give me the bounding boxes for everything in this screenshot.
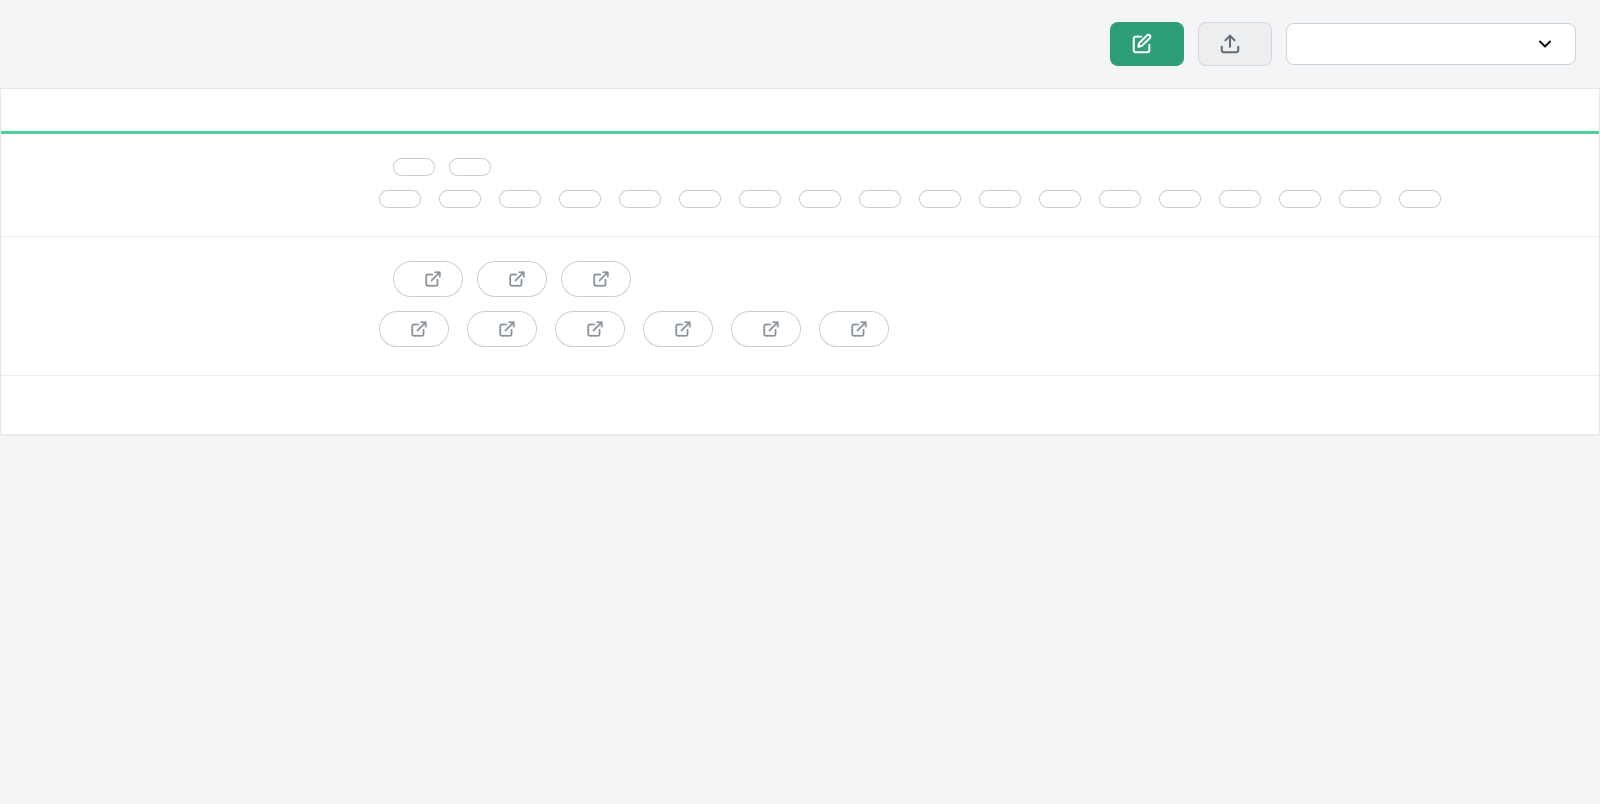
chevron-down-icon xyxy=(1535,34,1555,54)
semantic-word-pill[interactable] xyxy=(799,190,841,208)
semantic-word-pill[interactable] xyxy=(1219,190,1261,208)
backlinks-label xyxy=(19,261,359,347)
semantic-words-content xyxy=(379,158,1581,208)
backlink-domain-pill[interactable] xyxy=(477,261,547,297)
backlink-domain-pill[interactable] xyxy=(643,311,713,347)
external-link-icon xyxy=(592,270,610,288)
external-link-icon xyxy=(498,320,516,338)
external-link-icon xyxy=(674,320,692,338)
order-content-button[interactable] xyxy=(1110,22,1184,66)
readability-content xyxy=(379,400,1581,406)
semantic-word-pill[interactable] xyxy=(919,190,961,208)
backlink-domain-pill[interactable] xyxy=(379,311,449,347)
card-header xyxy=(1,89,1599,134)
external-link-icon xyxy=(508,270,526,288)
semantic-word-pill[interactable] xyxy=(1279,190,1321,208)
external-link-icon xyxy=(410,320,428,338)
semantic-word-pill[interactable] xyxy=(679,190,721,208)
semantic-word-pill[interactable] xyxy=(439,190,481,208)
backlink-domain-pill[interactable] xyxy=(393,261,463,297)
semantic-word-pill[interactable] xyxy=(379,190,421,208)
readability-label xyxy=(19,400,359,406)
semantic-word-pill[interactable] xyxy=(1339,190,1381,208)
semantic-word-pill[interactable] xyxy=(1099,190,1141,208)
semantic-word-pill[interactable] xyxy=(739,190,781,208)
region-select[interactable] xyxy=(1286,23,1576,65)
recommendations-card xyxy=(0,88,1600,436)
semantic-word-pill[interactable] xyxy=(393,158,435,176)
semantic-word-pill[interactable] xyxy=(619,190,661,208)
semantic-word-pill[interactable] xyxy=(859,190,901,208)
semantic-words-label xyxy=(19,158,359,208)
backlink-domain-pill[interactable] xyxy=(819,311,889,347)
section-backlinks xyxy=(1,237,1599,376)
backlink-domain-pill[interactable] xyxy=(555,311,625,347)
semantic-word-pill[interactable] xyxy=(1159,190,1201,208)
semantic-word-pill[interactable] xyxy=(979,190,1021,208)
edit-icon xyxy=(1131,33,1153,55)
external-link-icon xyxy=(850,320,868,338)
external-link-icon xyxy=(424,270,442,288)
upload-icon xyxy=(1219,33,1241,55)
semantic-word-pill[interactable] xyxy=(1039,190,1081,208)
external-link-icon xyxy=(586,320,604,338)
semantic-word-pill[interactable] xyxy=(449,158,491,176)
backlink-domain-pill[interactable] xyxy=(467,311,537,347)
semantic-word-pill[interactable] xyxy=(499,190,541,208)
section-readability xyxy=(1,376,1599,435)
semantic-word-pill[interactable] xyxy=(559,190,601,208)
backlink-domain-pill[interactable] xyxy=(731,311,801,347)
backlink-domain-pill[interactable] xyxy=(561,261,631,297)
semantic-word-pill[interactable] xyxy=(1399,190,1441,208)
external-link-icon xyxy=(762,320,780,338)
backlinks-content xyxy=(379,261,1581,347)
header-actions xyxy=(1110,22,1600,66)
section-semantic-words xyxy=(1,134,1599,237)
export-doc-button[interactable] xyxy=(1198,22,1272,66)
